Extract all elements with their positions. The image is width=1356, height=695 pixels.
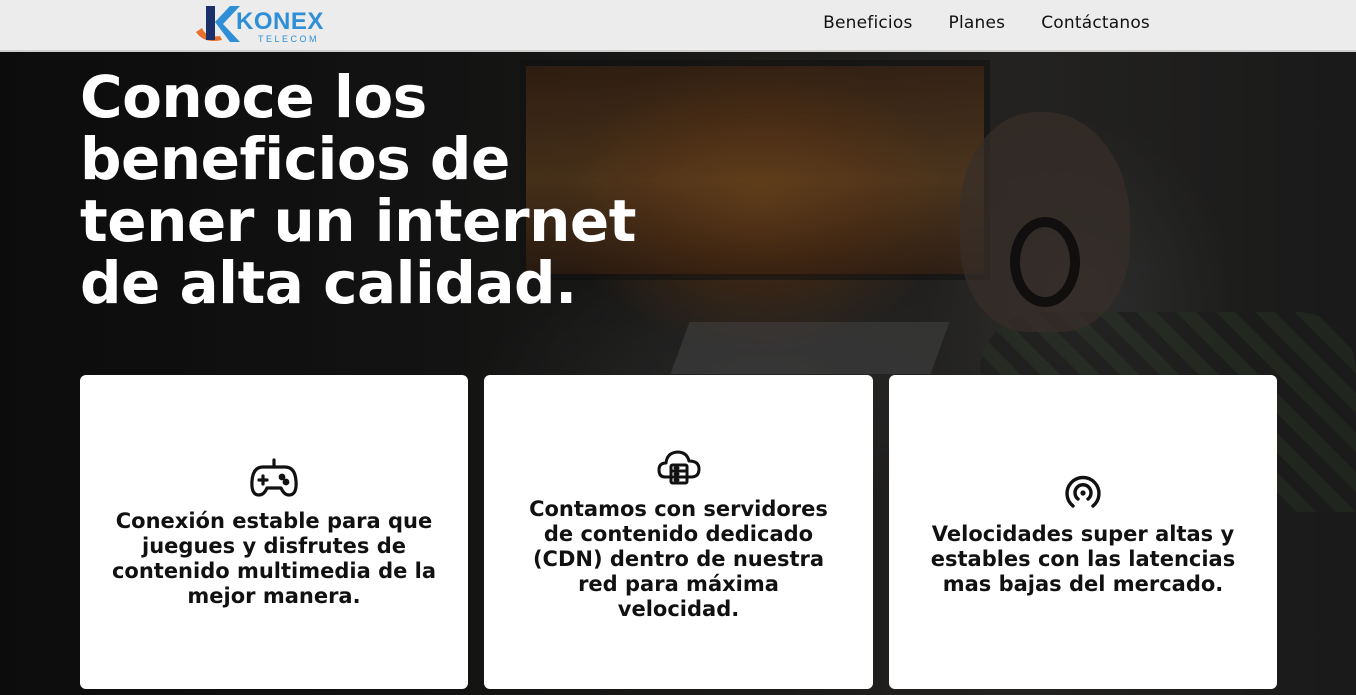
nav-planes[interactable]: Planes [949,13,1006,33]
logo-subtitle: TELECOM [258,34,320,44]
top-navbar: KONEX TELECOM Beneficios Planes Contácta… [0,0,1356,52]
broadcast-signal-icon [1057,468,1109,516]
gamepad-icon [248,455,300,503]
nav-contactanos[interactable]: Contáctanos [1041,13,1150,33]
benefit-card-gaming: Conexión estable para que juegues y disf… [80,375,468,689]
benefit-text-cdn: Contamos con servidores de contenido ded… [529,496,828,621]
cloud-server-icon [653,443,705,491]
konex-logo-mark-icon [196,6,240,42]
benefit-text-gaming: Conexión estable para que juegues y disf… [111,509,437,608]
main-nav: Beneficios Planes Contáctanos [823,13,1150,33]
benefit-text-speed: Velocidades super altas y estables con l… [930,521,1236,596]
hero-headline: Conoce los beneficios de tener un intern… [80,63,636,317]
nav-beneficios[interactable]: Beneficios [823,13,912,33]
konex-logo[interactable]: KONEX TELECOM [192,2,342,46]
benefit-card-cdn: Contamos con servidores de contenido ded… [484,375,873,689]
benefit-card-speed: Velocidades super altas y estables con l… [889,375,1277,689]
logo-brand: KONEX [236,8,324,35]
